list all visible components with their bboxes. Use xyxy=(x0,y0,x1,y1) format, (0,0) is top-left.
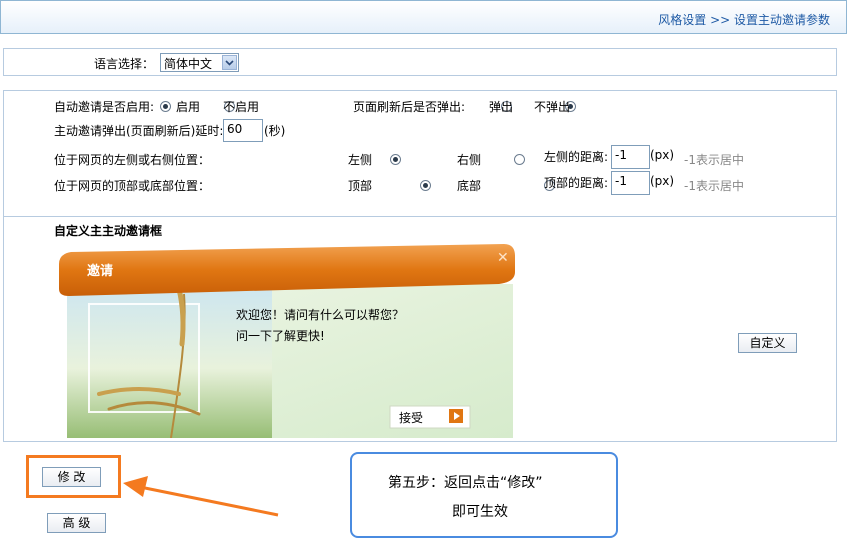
delay-label: 主动邀请弹出(页面刷新后)延时: xyxy=(54,124,224,138)
position-top-label: 顶部 xyxy=(348,179,373,193)
instruction-callout: 第五步：返回点击“修改” 即可生效 xyxy=(350,452,618,538)
left-distance-input[interactable]: -1 xyxy=(611,145,650,169)
auto-invite-enable-label: 启用 xyxy=(176,100,201,114)
top-header-bar: 风格设置 >> 设置主动邀请参数 xyxy=(0,0,847,34)
position-left-label: 左侧 xyxy=(348,153,373,167)
position-right-radio[interactable] xyxy=(514,154,526,165)
top-distance-unit: (px) xyxy=(650,174,675,188)
top-distance-value: -1 xyxy=(615,174,627,188)
invite-preview: 邀请 ✕ 欢迎您！请问有什么可以帮您？ 问一下了解更快! 接受 xyxy=(59,244,517,439)
lr-position-label: 位于网页的左侧或右侧位置： xyxy=(54,153,211,167)
custom-button[interactable]: 自定义 xyxy=(738,333,797,353)
invite-title: 邀请 xyxy=(87,264,114,279)
refresh-popup-yes-label: 弹出 xyxy=(489,100,514,114)
auto-invite-enable-radio[interactable] xyxy=(160,101,171,112)
modify-button[interactable]: 修 改 xyxy=(42,467,101,487)
left-distance-unit: (px) xyxy=(650,148,675,162)
auto-invite-disable-label: 不启用 xyxy=(223,100,260,114)
top-distance-hint: -1表示居中 xyxy=(684,179,744,193)
position-right-label: 右侧 xyxy=(457,153,482,167)
refresh-popup-label: 页面刷新后是否弹出: xyxy=(353,100,466,114)
delay-input-value: 60 xyxy=(227,122,243,136)
position-top-radio[interactable] xyxy=(419,180,431,191)
invite-ask-text: 问一下了解更快! xyxy=(236,329,325,343)
auto-invite-label: 自动邀请是否启用: xyxy=(54,100,155,114)
left-distance-label: 左侧的距离: xyxy=(544,150,609,164)
language-select[interactable]: 简体中文 xyxy=(160,53,239,72)
custom-invite-title: 自定义主主动邀请框 xyxy=(54,224,163,238)
accept-button[interactable]: 接受 xyxy=(399,409,423,426)
top-distance-input[interactable]: -1 xyxy=(611,171,650,195)
language-label: 语言选择： xyxy=(94,57,155,71)
delay-input[interactable]: 60 xyxy=(223,119,263,142)
language-panel: 语言选择： 简体中文 xyxy=(3,48,837,76)
language-select-value: 简体中文 xyxy=(164,57,213,71)
invite-settings-panel: 自动邀请是否启用: 启用 不启用 页面刷新后是否弹出: 弹出 不弹出 主动邀请弹… xyxy=(3,90,837,218)
left-distance-value: -1 xyxy=(615,148,627,162)
chevron-down-icon xyxy=(222,55,237,70)
tb-position-label: 位于网页的顶部或底部位置： xyxy=(54,179,211,193)
position-bottom-label: 底部 xyxy=(457,179,482,193)
close-icon[interactable]: ✕ xyxy=(497,250,509,266)
refresh-popup-no-label: 不弹出 xyxy=(534,100,571,114)
advanced-button[interactable]: 高 级 xyxy=(47,513,106,533)
left-distance-hint: -1表示居中 xyxy=(684,153,744,167)
callout-line2: 即可生效 xyxy=(452,504,508,520)
invite-welcome-text: 欢迎您！请问有什么可以帮您？ xyxy=(236,308,405,322)
position-left-radio[interactable] xyxy=(390,154,402,165)
custom-invite-panel: 自定义主主动邀请框 邀请 ✕ 欢迎您！请问有什么可以帮您？ 问一下了解更快! 接… xyxy=(3,216,837,442)
top-distance-label: 顶部的距离: xyxy=(544,176,609,190)
arrow-icon xyxy=(123,476,279,517)
callout-line1: 第五步：返回点击“修改” xyxy=(388,475,543,491)
delay-unit: (秒) xyxy=(264,124,286,138)
breadcrumb: 风格设置 >> 设置主动邀请参数 xyxy=(658,13,830,27)
